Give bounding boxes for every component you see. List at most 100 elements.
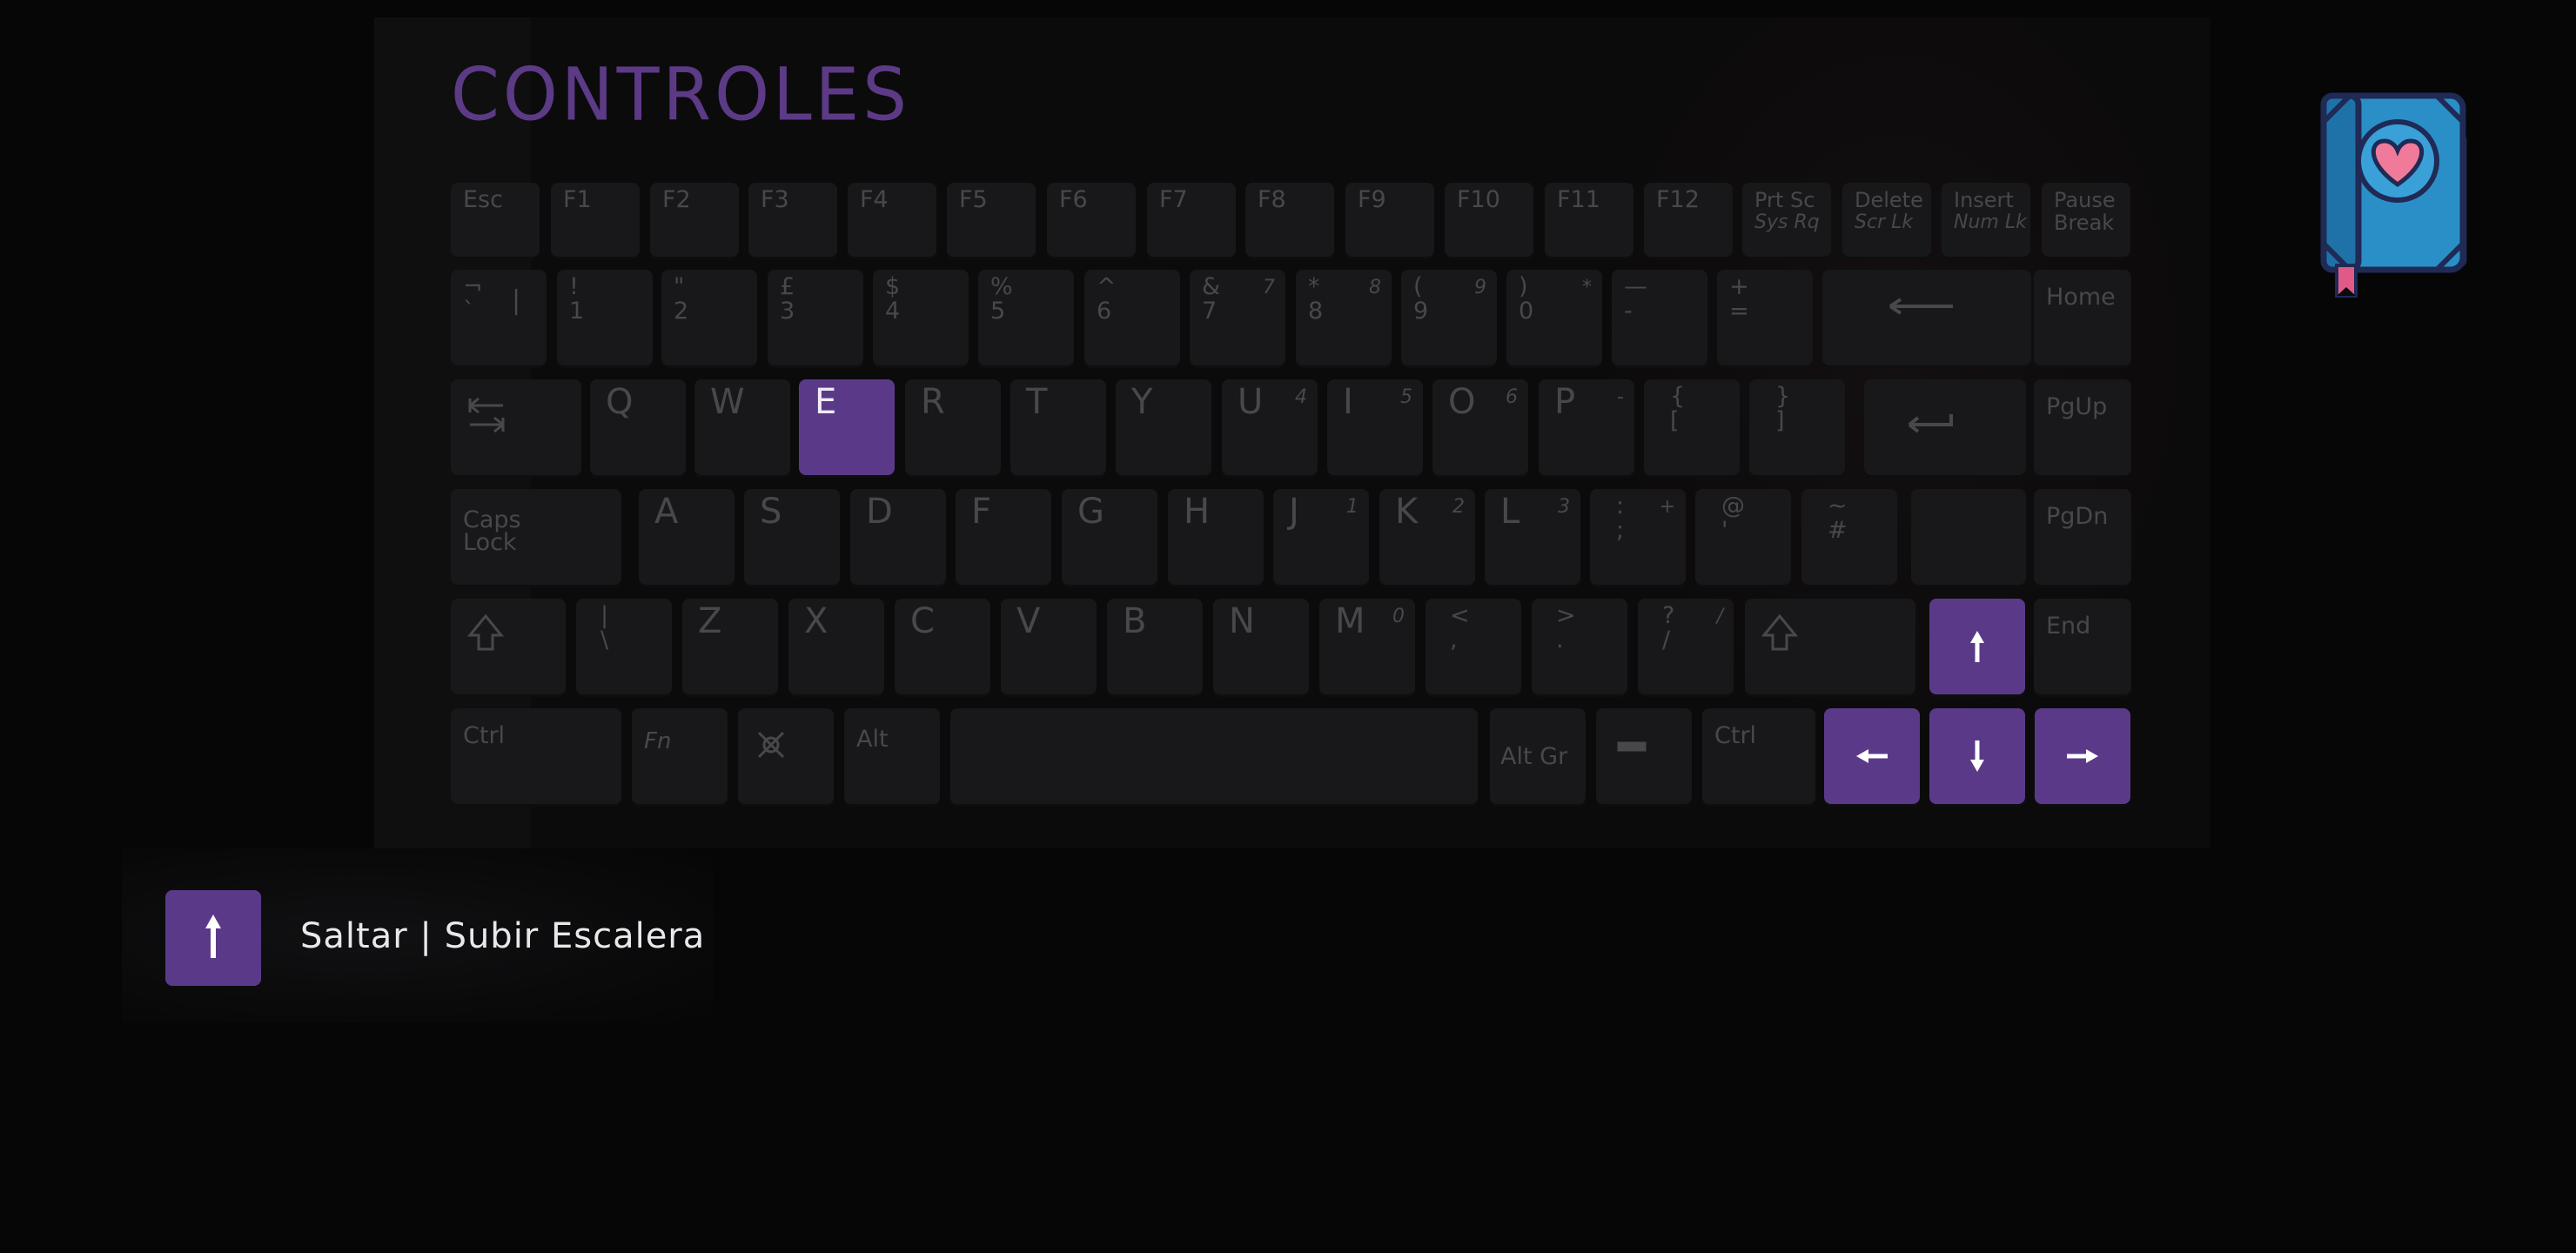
key-label-top: @ bbox=[1721, 492, 1745, 519]
key-num-6: ^ 6 bbox=[1084, 270, 1180, 365]
key-enter bbox=[1864, 379, 2026, 475]
key-label: F9 bbox=[1358, 186, 1386, 213]
key-numpad-label: 7 bbox=[1263, 277, 1275, 298]
key-f: F bbox=[956, 489, 1051, 585]
key-numpad-label: + bbox=[1659, 496, 1675, 518]
key-delete: Delete Scr Lk bbox=[1842, 183, 1931, 257]
key-label: F6 bbox=[1059, 186, 1088, 213]
key-label-bottom: # bbox=[1828, 517, 1848, 544]
key-sym-9: >. bbox=[1532, 599, 1627, 694]
arrow-up-icon bbox=[1970, 631, 1984, 662]
key-esc: Esc bbox=[451, 183, 540, 257]
key-numpad-label: 3 bbox=[1558, 496, 1570, 518]
key-num-sym: + = bbox=[1717, 270, 1813, 365]
key-ctrl-right: Ctrl bbox=[1702, 708, 1815, 804]
key-label: Ctrl bbox=[463, 722, 506, 749]
key-label: F1 bbox=[563, 186, 592, 213]
key-label: I bbox=[1343, 382, 1353, 422]
key-label: G bbox=[1077, 492, 1104, 532]
key-label: End bbox=[2046, 613, 2091, 640]
arrow-right-icon bbox=[2067, 749, 2098, 763]
book-heart-icon[interactable] bbox=[2315, 87, 2480, 305]
key-t: T bbox=[1010, 379, 1106, 475]
key-sublabel: Lock bbox=[463, 529, 517, 556]
key-label-bottom: ` bbox=[463, 298, 475, 325]
key-label-bottom: \ bbox=[600, 626, 609, 653]
key-sym-10: {[ bbox=[1644, 379, 1740, 475]
key-menu bbox=[1596, 708, 1692, 804]
key-sym-11: }] bbox=[1749, 379, 1845, 475]
key-label-bottom: . bbox=[1556, 626, 1564, 653]
key-label-top: * bbox=[1308, 273, 1320, 300]
keyboard: Esc F1 F2 F3 F4 F5 F6 F7 F8 F9 F10 F11 F12 Prt Sc Sys … bbox=[0, 0, 2576, 1253]
key-backspace bbox=[1822, 270, 2031, 365]
key-space bbox=[950, 708, 1478, 804]
key-label: C bbox=[910, 601, 935, 641]
key-label-bottom: / bbox=[1662, 626, 1671, 653]
key-label: A bbox=[654, 492, 679, 532]
key-x: X bbox=[788, 599, 884, 694]
key-label: PgDn bbox=[2046, 503, 2109, 530]
key-label-bottom: 3 bbox=[780, 298, 795, 325]
key-label-top: } bbox=[1775, 383, 1791, 410]
key-label-bottom: 9 bbox=[1413, 298, 1429, 325]
key-label-top: > bbox=[1556, 602, 1576, 629]
key-numpad-label: - bbox=[1617, 386, 1624, 408]
key-arrow-up bbox=[1929, 599, 2025, 694]
key-d: D bbox=[850, 489, 946, 585]
key-a: A bbox=[639, 489, 735, 585]
key-label: V bbox=[1016, 601, 1041, 641]
tab-icon bbox=[468, 397, 505, 433]
key-alt: Alt bbox=[844, 708, 940, 804]
shift-icon bbox=[466, 613, 505, 651]
key-label: Pause bbox=[2054, 188, 2116, 212]
key-f2: F2 bbox=[650, 183, 739, 257]
key-numpad-label: * bbox=[1582, 277, 1592, 298]
key-arrow-down bbox=[1929, 708, 2025, 804]
key-label: F2 bbox=[662, 186, 691, 213]
key-k: K2 bbox=[1379, 489, 1475, 585]
key-label: O bbox=[1448, 382, 1476, 422]
key-label: F7 bbox=[1159, 186, 1188, 213]
key-ctrl-left: Ctrl bbox=[451, 708, 621, 804]
key-caps-lock: Caps Lock bbox=[451, 489, 621, 585]
key-num-2: " 2 bbox=[661, 270, 757, 365]
key-label: D bbox=[866, 492, 893, 532]
key-label: N bbox=[1229, 601, 1255, 641]
key-pause: Pause Break bbox=[2042, 183, 2130, 257]
key-label: U bbox=[1238, 382, 1264, 422]
key-label-top: < bbox=[1450, 602, 1470, 629]
backspace-icon bbox=[1888, 298, 1953, 315]
key-z: Z bbox=[682, 599, 778, 694]
key-label-top: & bbox=[1202, 273, 1221, 300]
arrow-up-icon bbox=[205, 915, 221, 958]
key-label: K bbox=[1395, 492, 1419, 532]
key-numpad-label: / bbox=[1716, 606, 1723, 627]
key-label: Ctrl bbox=[1714, 722, 1757, 749]
key-num-9: (9 9 bbox=[1401, 270, 1497, 365]
key-label-bottom: 6 bbox=[1097, 298, 1112, 325]
key-j: J1 bbox=[1273, 489, 1369, 585]
key-numpad-label: 6 bbox=[1506, 386, 1518, 408]
menu-icon bbox=[1617, 741, 1647, 752]
key-alt-gr: Alt Gr bbox=[1490, 708, 1586, 804]
key-o: O6 bbox=[1432, 379, 1528, 475]
enter-icon bbox=[1908, 414, 1953, 433]
key-label-top: — bbox=[1624, 273, 1647, 300]
key-sym-9: :; + bbox=[1590, 489, 1686, 585]
key-sym-0: | \ bbox=[576, 599, 672, 694]
key-label-top: ^ bbox=[1097, 273, 1117, 300]
key-end: End bbox=[2034, 599, 2131, 694]
key-label-bottom: ] bbox=[1775, 407, 1785, 434]
key-label: Esc bbox=[463, 186, 503, 213]
key-label: PgUp bbox=[2046, 393, 2108, 420]
key-label: B bbox=[1123, 601, 1147, 641]
key-label: F4 bbox=[860, 186, 889, 213]
key-label-bottom: 7 bbox=[1202, 298, 1218, 325]
key-f1: F1 bbox=[551, 183, 640, 257]
key-num-4: $4 bbox=[873, 270, 969, 365]
key-label: J bbox=[1289, 492, 1299, 532]
key-label: F3 bbox=[761, 186, 789, 213]
key-label-top: £ bbox=[780, 273, 795, 300]
key-label: X bbox=[804, 601, 828, 641]
